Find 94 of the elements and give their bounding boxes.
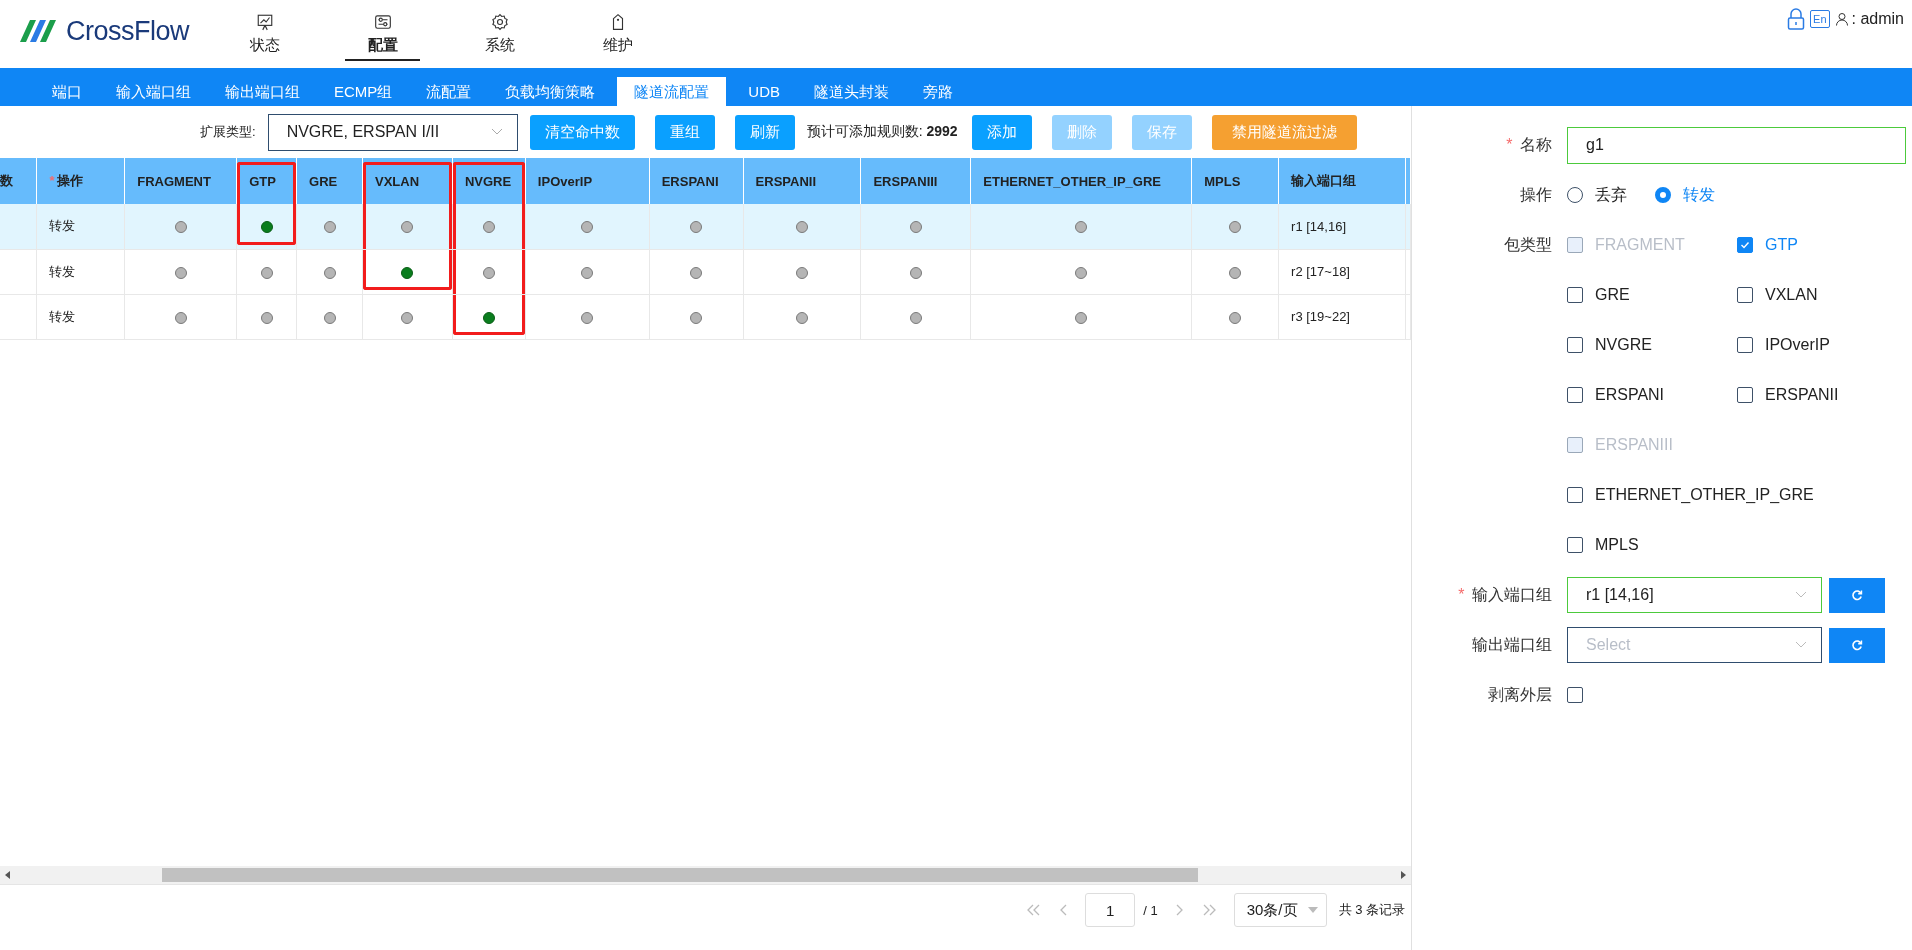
required-mark: * <box>1458 585 1465 603</box>
checkbox-option[interactable]: GTP <box>1737 236 1907 254</box>
language-button[interactable]: En <box>1810 10 1830 28</box>
column-header: 输入端口组 <box>1278 158 1406 204</box>
nav-item[interactable]: 状态 <box>206 13 324 61</box>
chevron-down-icon <box>1795 641 1807 649</box>
column-header: FRAGMENT <box>124 158 237 204</box>
refresh-button[interactable] <box>1829 577 1885 613</box>
nav-item[interactable]: 配置 <box>345 13 420 61</box>
tab[interactable]: 旁路 <box>906 77 970 106</box>
tab[interactable]: 隧道流配置 <box>617 77 727 106</box>
tab[interactable]: 流配置 <box>409 77 489 106</box>
checkbox-option[interactable]: ERSPANI <box>1567 386 1737 404</box>
checkbox-option[interactable]: MPLS <box>1567 536 1737 554</box>
checkbox[interactable] <box>1567 687 1583 703</box>
checkbox-option[interactable]: IPOverIP <box>1737 336 1907 354</box>
rule-estimate-text: 预计可添加规则数: 2992 <box>806 123 958 141</box>
form-label: 名称 <box>1520 135 1552 153</box>
total-pages: / 1 <box>1143 902 1158 918</box>
extension-type-label: 扩展类型: <box>200 123 256 141</box>
table-cell: 转发 <box>36 249 125 294</box>
table-cell: r2 [17~18] <box>1278 249 1406 294</box>
column-header: ERSPANI <box>649 158 744 204</box>
table-cell: r3 [19~22] <box>1278 294 1406 339</box>
required-mark: * <box>1506 135 1513 153</box>
first-page-icon[interactable] <box>1027 904 1042 916</box>
column-header-text: 操作 <box>57 173 84 188</box>
column-header: GTP <box>236 158 297 204</box>
column-header: VXLAN <box>362 158 453 204</box>
table-row[interactable]: 转发 r1 [14,16] <box>0 204 1411 249</box>
toolbar-button[interactable]: 刷新 <box>734 114 795 150</box>
form-label: 输入端口组 <box>1472 585 1552 603</box>
refresh-button[interactable] <box>1829 627 1885 663</box>
tab[interactable]: 端口 <box>35 77 99 106</box>
nav-item[interactable]: 维护 <box>559 13 677 61</box>
page-input[interactable]: 1 <box>1085 893 1136 927</box>
tab[interactable]: 输入端口组 <box>99 77 208 106</box>
sliders-icon <box>373 13 392 31</box>
radio-option[interactable]: 丢弃 <box>1567 184 1627 206</box>
form-label: 输出端口组 <box>1471 634 1552 655</box>
tab[interactable]: UDB <box>731 77 797 106</box>
next-page-icon[interactable] <box>1175 904 1184 916</box>
scroll-right-icon[interactable] <box>1399 871 1407 879</box>
record-count: 共 3 条记录 <box>1338 901 1405 919</box>
table-cell: 转发 <box>36 204 125 249</box>
form-label: 操作 <box>1519 184 1552 205</box>
checkbox-option[interactable]: ETHERNET_OTHER_IP_GRE <box>1567 486 1814 504</box>
toolbar-button[interactable]: 重组 <box>654 114 715 150</box>
column-header: NVGRE <box>452 158 526 204</box>
caret-icon <box>1307 907 1318 913</box>
lock-icon[interactable] <box>1787 8 1806 30</box>
checkbox-option[interactable]: VXLAN <box>1737 286 1907 304</box>
table-row[interactable]: 转发 r3 [19~22] <box>0 294 1411 339</box>
previous-page-icon[interactable] <box>1059 904 1068 916</box>
refresh-icon <box>1851 589 1863 601</box>
tab[interactable]: 隧道头封装 <box>797 77 906 106</box>
last-page-icon[interactable] <box>1201 904 1216 916</box>
column-header: ERSPANII <box>743 158 861 204</box>
gear-icon <box>491 13 509 31</box>
form-label: 包类型 <box>1503 235 1552 255</box>
checkbox-option[interactable]: GRE <box>1567 286 1737 304</box>
extension-type-select[interactable]: NVGRE, ERSPAN I/II <box>267 113 518 151</box>
toolbar-button[interactable]: 清空命中数 <box>529 114 635 150</box>
checkbox-option[interactable]: ERSPANII <box>1737 386 1907 404</box>
chevron-down-icon <box>1795 591 1807 599</box>
user-name[interactable]: : admin <box>1851 10 1904 28</box>
horizontal-scrollbar[interactable] <box>0 866 1411 884</box>
radio-option[interactable]: 转发 <box>1655 184 1715 206</box>
toolbar-button[interactable]: 添加 <box>971 114 1032 150</box>
user-icon <box>1834 12 1849 26</box>
input-port-group-select[interactable]: r1 [14,16] <box>1567 577 1822 613</box>
column-header: ETHERNET_OTHER_IP_GRE <box>970 158 1192 204</box>
form-label: 剥离外层 <box>1487 684 1552 705</box>
refresh-icon <box>1851 639 1863 651</box>
table-cell: 转发 <box>36 294 125 339</box>
column-header: MPLS <box>1191 158 1279 204</box>
name-input[interactable]: g1 <box>1567 126 1906 164</box>
nav-item[interactable]: 系统 <box>441 13 559 61</box>
tab[interactable]: ECMP组 <box>317 77 410 106</box>
chevron-down-icon <box>490 128 503 136</box>
column-header: GRE <box>296 158 363 204</box>
table-cell: r1 [14,16] <box>1278 204 1406 249</box>
checkbox-option[interactable]: NVGRE <box>1567 336 1737 354</box>
required-mark: * <box>49 173 55 188</box>
tab[interactable]: 输出端口组 <box>208 77 317 106</box>
page-size-select[interactable]: 30条/页 <box>1233 893 1327 927</box>
tab[interactable]: 负载均衡策略 <box>488 77 613 106</box>
column-header: 数 <box>0 158 37 204</box>
column-header: ERSPANIII <box>860 158 971 204</box>
logo-text: CrossFlow <box>66 15 189 47</box>
scroll-left-icon[interactable] <box>4 871 12 879</box>
chart-icon <box>256 13 274 31</box>
column-header: IPOverIP <box>525 158 650 204</box>
table-row[interactable]: 转发 r2 [17~18] <box>0 249 1411 294</box>
